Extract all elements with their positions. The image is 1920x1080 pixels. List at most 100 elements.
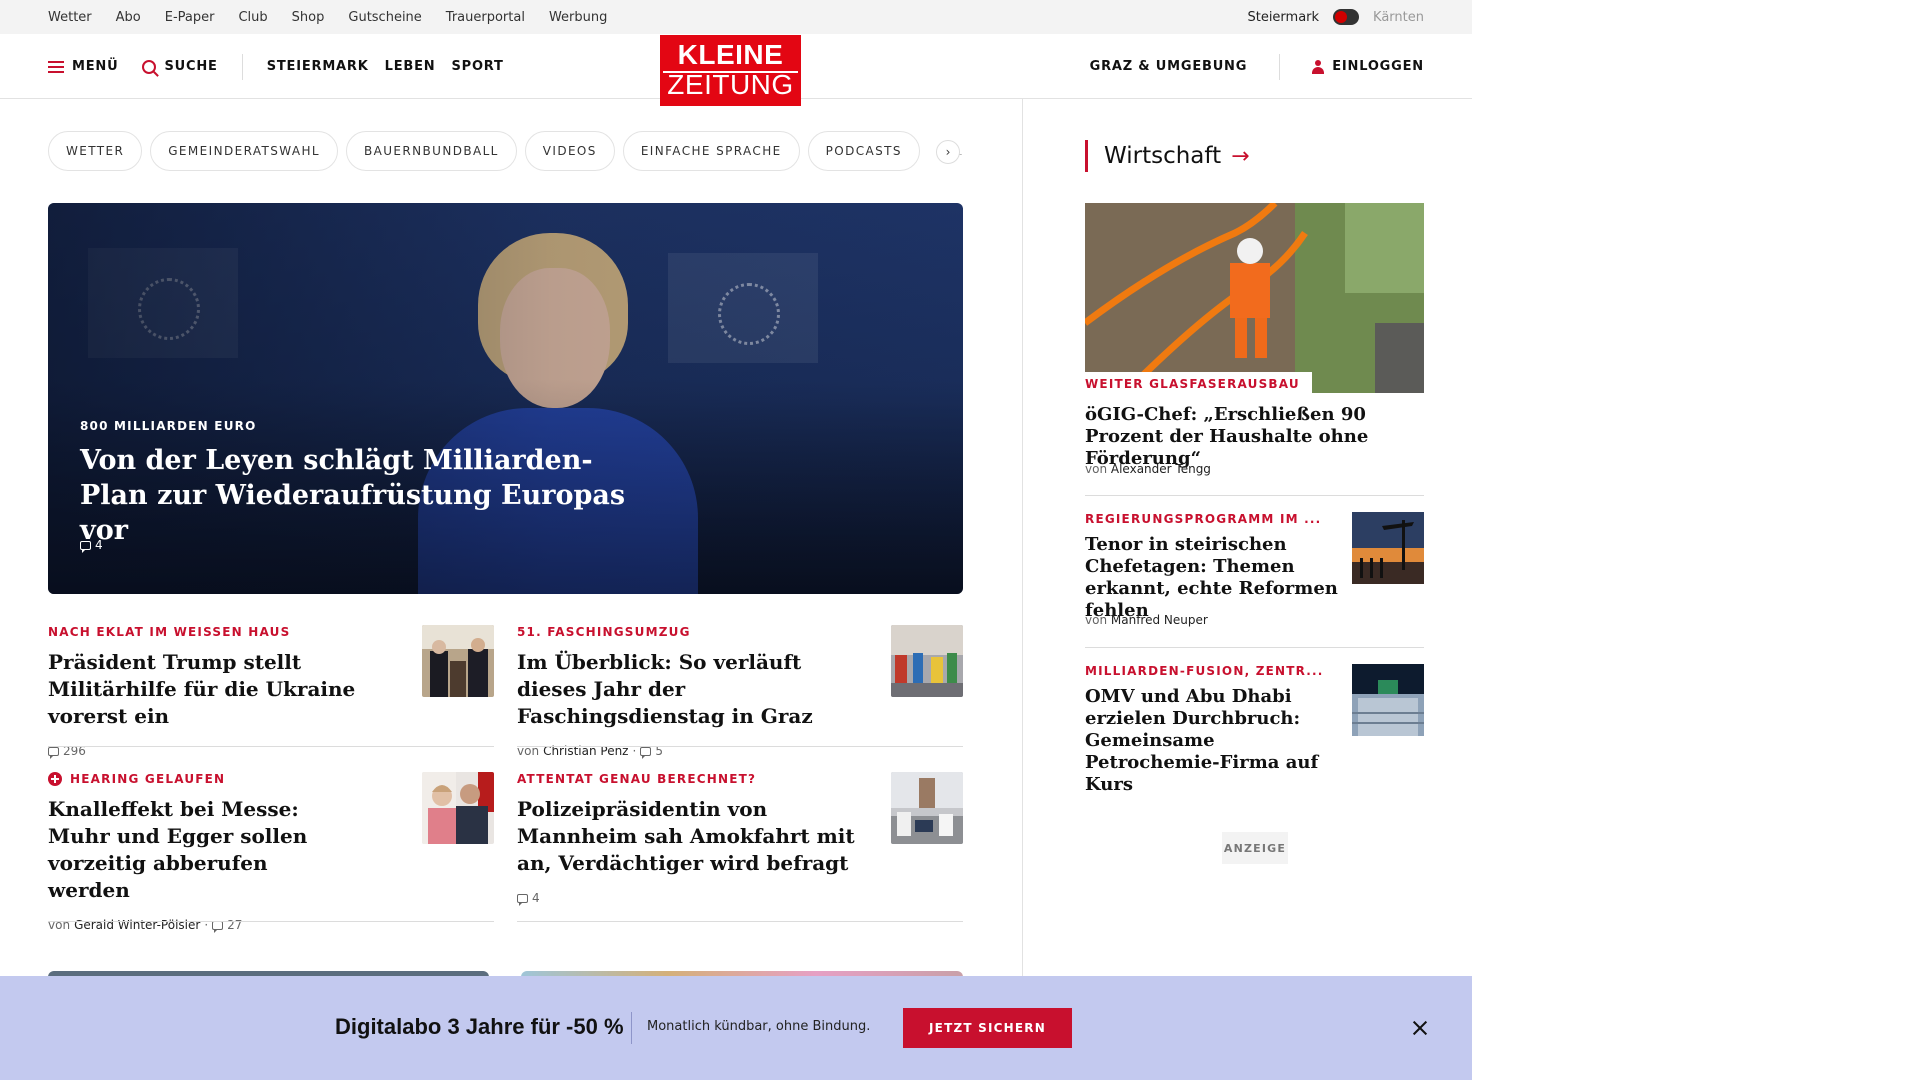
region-steiermark[interactable]: Steiermark [1247,10,1319,25]
login-button[interactable]: EINLOGGEN [1312,59,1424,74]
article-thumbnail[interactable] [891,772,963,844]
sidebar-item-author[interactable]: Manfred Neuper [1111,613,1208,627]
promo-subtext: Monatlich kündbar, ohne Bindung. [647,1019,871,1034]
sidebar-heading-text: Wirtschaft [1104,143,1222,169]
nav-local-graz[interactable]: GRAZ & UMGEBUNG [1090,59,1248,74]
sidebar-main-author[interactable]: Alexander Tengg [1111,462,1211,476]
promo-headline: Digitalabo 3 Jahre für -50 % [335,1014,624,1039]
hamburger-icon [48,60,64,73]
comment-icon [640,746,652,759]
utility-link-trauerportal[interactable]: Trauerportal [446,10,525,25]
hero-kicker: 800 MILLIARDEN EURO [80,419,257,433]
main-nav: MENÜ SUCHE STEIERMARK LEBEN SPORT KLEINE… [0,34,1472,106]
article-title[interactable]: Im Überblick: So verläuft dieses Jahr de… [517,649,877,730]
sidebar-item-meta: von Manfred Neuper [1085,613,1208,627]
comment-icon [48,746,59,759]
sidebar-main-meta: von Alexander Tengg [1085,462,1211,476]
utility-link-epaper[interactable]: E-Paper [165,10,215,25]
menu-button[interactable]: MENÜ [48,59,118,74]
article-title[interactable]: Knalleffekt bei Messe: Muhr und Egger so… [48,796,348,904]
sidebar-main-image[interactable] [1085,203,1424,393]
region-kaernten[interactable]: Kärnten [1373,10,1424,25]
arrow-right-icon: → [1231,143,1250,169]
hero-comments[interactable]: 4 [80,538,103,553]
article-thumbnail[interactable] [422,772,494,844]
nav-divider-right [1279,53,1281,80]
divider [517,746,963,747]
site: Wetter Abo E-Paper Club Shop Gutscheine … [0,0,1472,1080]
column-divider [1022,99,1023,979]
utility-links: Wetter Abo E-Paper Club Shop Gutscheine … [48,0,607,34]
article-thumbnail[interactable] [422,625,494,697]
search-label: SUCHE [164,59,218,74]
ad-label: ANZEIGE [1222,832,1288,864]
utility-bar: Wetter Abo E-Paper Club Shop Gutscheine … [0,0,1472,34]
divider [1085,495,1424,496]
chip-bauernbundball[interactable]: BAUERNBUNDBALL [345,131,517,171]
comment-icon [517,893,528,906]
utility-link-gutscheine[interactable]: Gutscheine [348,10,421,25]
subscription-banner: Digitalabo 3 Jahre für -50 % Monatlich k… [0,976,1472,1080]
sidebar-item-title[interactable]: Tenor in steirischen Chefetagen: Themen … [1085,534,1345,622]
chip-podcasts[interactable]: PODCASTS [807,131,920,171]
menu-label: MENÜ [72,59,119,74]
plus-icon [48,772,62,786]
utility-link-wetter[interactable]: Wetter [48,10,92,25]
chevron-right-icon[interactable]: › [936,140,960,164]
article-title[interactable]: Präsident Trump stellt Militärhilfe für … [48,649,408,730]
divider [48,921,494,922]
utility-link-werbung[interactable]: Werbung [549,10,607,25]
chip-wetter[interactable]: WETTER [48,131,143,171]
search-button[interactable]: SUCHE [142,59,217,74]
article-teaser[interactable]: HEARING GELAUFEN Knalleffekt bei Messe: … [48,772,494,933]
hero-article[interactable]: 800 MILLIARDEN EURO Von der Leyen schläg… [48,203,963,594]
promo-cta-button[interactable]: JETZT SICHERN [903,1008,1072,1048]
sidebar-main-title[interactable]: öGIG-Chef: „Erschließen 90 Prozent der H… [1085,404,1415,470]
divider [517,921,963,922]
sidebar-item-thumbnail[interactable] [1352,512,1424,584]
article-teaser[interactable]: NACH EKLAT IM WEISSEN HAUS Präsident Tru… [48,625,494,759]
login-label: EINLOGGEN [1332,59,1424,74]
nav-right: GRAZ & UMGEBUNG EINLOGGEN [1090,34,1424,99]
heading-accent-bar [1085,140,1088,172]
article-teaser[interactable]: ATTENTAT GENAU BERECHNET? Polizeipräside… [517,772,963,906]
site-logo[interactable]: KLEINE ZEITUNG [660,35,801,106]
region-toggle-icon[interactable] [1333,9,1360,25]
article-comment-count[interactable]: 4 [532,891,540,905]
article-thumbnail[interactable] [891,625,963,697]
sidebar-main-kicker: WEITER GLASFASERAUSBAU [1085,372,1312,396]
sidebar-item-kicker: MILLIARDEN-FUSION, ZENTR... [1085,664,1324,678]
divider [1085,647,1424,648]
sidebar-item-title[interactable]: OMV und Abu Dhabi erzielen Durchbruch: G… [1085,686,1345,796]
sidebar-item-kicker: REGIERUNGSPROGRAMM IM ... [1085,512,1322,526]
promo-divider [631,1012,632,1044]
search-icon [142,59,157,74]
sidebar-item-thumbnail[interactable] [1352,664,1424,736]
sidebar-heading-wirtschaft[interactable]: Wirtschaft → [1085,140,1250,172]
utility-link-club[interactable]: Club [238,10,267,25]
comment-icon [80,540,91,553]
hero-title[interactable]: Von der Leyen schlägt Milliarden-Plan zu… [80,443,640,548]
utility-link-shop[interactable]: Shop [292,10,325,25]
utility-link-abo[interactable]: Abo [116,10,141,25]
nav-left: MENÜ SUCHE STEIERMARK LEBEN SPORT [48,34,520,99]
article-teaser[interactable]: 51. FASCHINGSUMZUG Im Überblick: So verl… [517,625,963,759]
divider [48,746,494,747]
region-switch: Steiermark Kärnten [1247,0,1424,34]
article-meta: 4 [517,891,963,906]
user-icon [1312,59,1325,74]
nav-section-leben[interactable]: LEBEN [385,59,436,74]
chip-einfache-sprache[interactable]: EINFACHE SPRACHE [622,131,800,171]
nav-section-steiermark[interactable]: STEIERMARK [267,59,369,74]
article-kicker-text: HEARING GELAUFEN [70,772,226,786]
hero-comment-count: 4 [95,538,103,552]
nav-section-sport[interactable]: SPORT [451,59,503,74]
chip-gemeinderatswahl[interactable]: GEMEINDERATSWAHL [150,131,338,171]
logo-line-2: ZEITUNG [667,69,794,100]
article-title[interactable]: Polizeipräsidentin von Mannheim sah Amok… [517,796,877,877]
author-prefix: von [1085,462,1108,476]
close-icon[interactable] [1408,1016,1432,1040]
page-gutter [1472,0,1920,1080]
nav-divider [241,53,243,80]
chip-videos[interactable]: VIDEOS [524,131,615,171]
